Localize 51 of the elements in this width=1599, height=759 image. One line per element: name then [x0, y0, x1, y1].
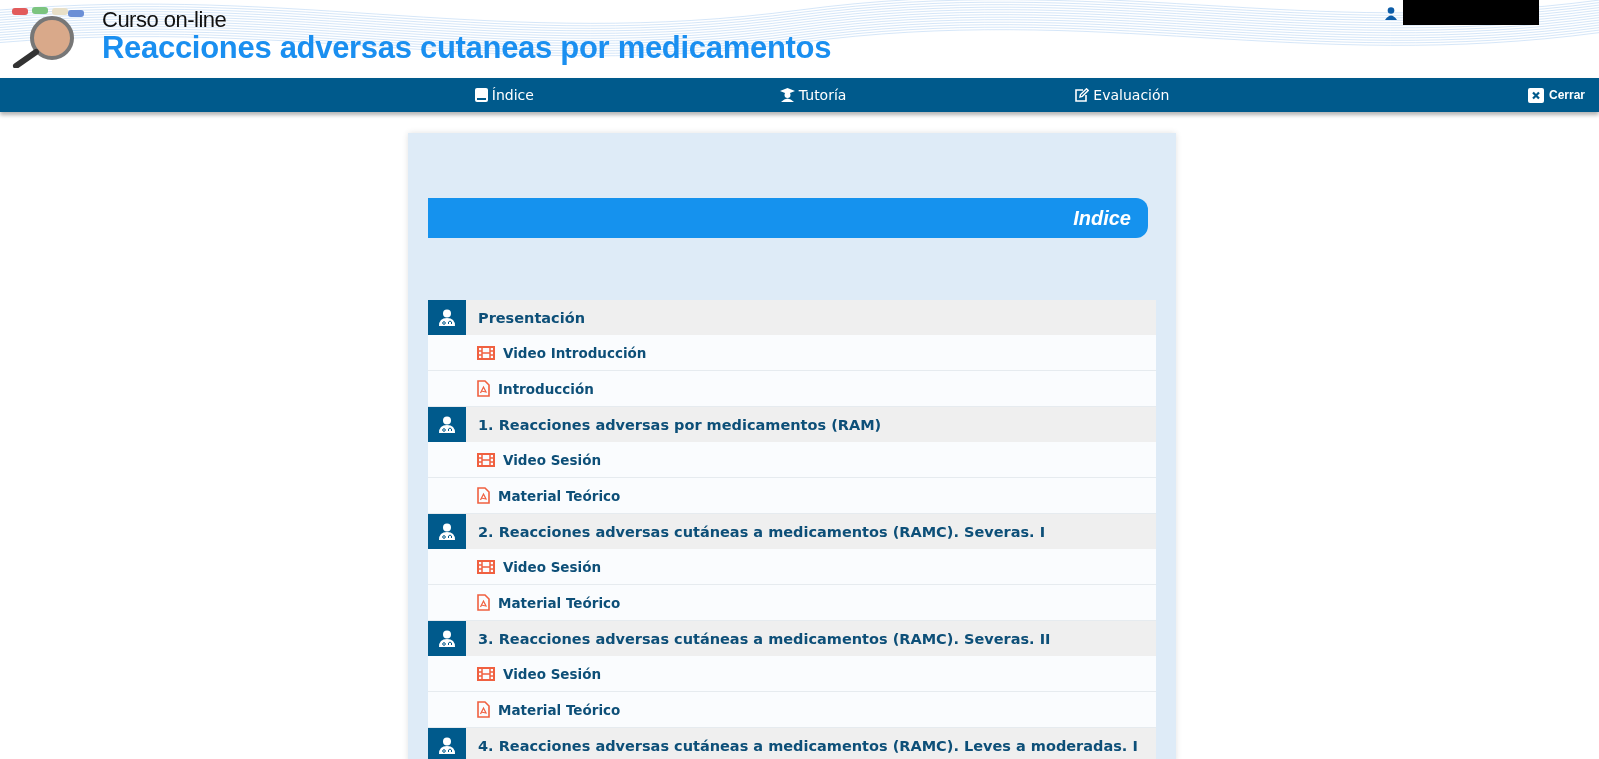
nav-link[interactable]: Evaluación [1070, 85, 1174, 105]
pdf-file-icon [477, 594, 490, 611]
lesson-item[interactable]: Material Teórico [428, 692, 1156, 728]
section-row[interactable]: 3. Reacciones adversas cutáneas a medicamentos (RAMC). Severas. II [428, 621, 1156, 656]
pdf-file-icon [477, 487, 490, 504]
nav-link[interactable]: Tutoría [775, 85, 851, 105]
lesson-label: Introducción [498, 380, 594, 397]
user-icon [1385, 7, 1397, 20]
section-row[interactable]: 4. Reacciones adversas cutáneas a medicamentos (RAMC). Leves a moderadas. I [428, 728, 1156, 759]
doctor-icon [439, 309, 455, 326]
lesson-label: Video Sesión [503, 451, 602, 468]
section-title: 2. Reacciones adversas cutáneas a medicamentos (RAMC). Severas. I [478, 523, 1046, 540]
doctor-icon [439, 523, 455, 540]
section-row[interactable]: Presentación [428, 300, 1156, 335]
close-icon [1527, 87, 1544, 103]
edit-icon [1074, 88, 1090, 102]
film-icon [477, 666, 495, 681]
doctor-icon [439, 416, 455, 433]
lesson-item[interactable]: Material Teórico [428, 585, 1156, 621]
pdf-file-icon [477, 701, 490, 718]
film-icon [477, 345, 495, 360]
section-title: 4. Reacciones adversas cutáneas a medicamentos (RAMC). Leves a moderadas. I [478, 737, 1138, 754]
film-icon [477, 452, 495, 467]
section-title: 1. Reacciones adversas por medicamentos (RAM) [478, 416, 882, 433]
lesson-item[interactable]: Material Teórico [428, 478, 1156, 514]
index-heading: Indice [428, 198, 1148, 238]
doctor-icon [439, 737, 455, 754]
lesson-label: Video Sesión [503, 665, 602, 682]
graduate-icon [779, 88, 795, 102]
lesson-item[interactable]: Video Introducción [428, 335, 1156, 371]
book-icon [474, 88, 488, 102]
film-icon [477, 559, 495, 574]
lesson-label: Video Sesión [503, 558, 602, 575]
course-title: Reacciones adversas cutaneas por medicamentos [102, 32, 832, 64]
nav-link[interactable]: Índice [470, 85, 538, 105]
pdf-file-icon [477, 380, 490, 397]
section-title: 3. Reacciones adversas cutáneas a medicamentos (RAMC). Severas. II [478, 630, 1051, 647]
lesson-item[interactable]: Introducción [428, 371, 1156, 407]
lesson-label: Material Teórico [498, 594, 621, 611]
course-subtitle: Curso on-line [102, 8, 228, 32]
section-row[interactable]: 2. Reacciones adversas cutáneas a medicamentos (RAMC). Severas. I [428, 514, 1156, 549]
lesson-label: Video Introducción [503, 344, 647, 361]
close-button[interactable]: Cerrar [1527, 85, 1585, 105]
section-row[interactable]: 1. Reacciones adversas por medicamentos (RAM) [428, 407, 1156, 442]
lesson-item[interactable]: Video Sesión [428, 656, 1156, 692]
section-title: Presentación [478, 309, 585, 326]
lesson-label: Material Teórico [498, 701, 621, 718]
doctor-icon [439, 630, 455, 647]
lesson-item[interactable]: Video Sesión [428, 442, 1156, 478]
lesson-item[interactable]: Video Sesión [428, 549, 1156, 585]
lesson-label: Material Teórico [498, 487, 621, 504]
